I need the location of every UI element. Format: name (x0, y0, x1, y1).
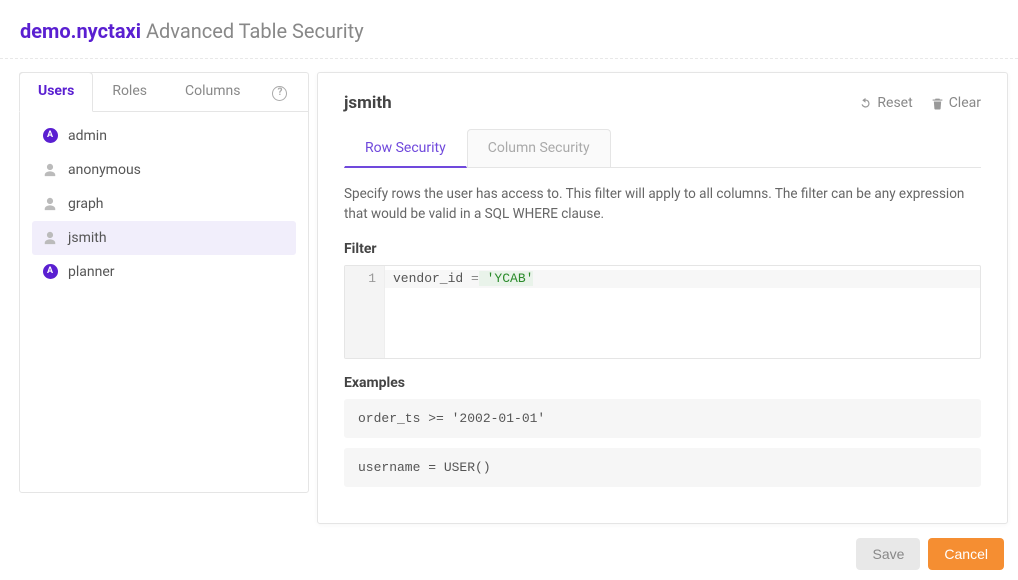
filter-label: Filter (344, 241, 981, 257)
tab-columns[interactable]: Columns (166, 72, 259, 111)
trash-icon (931, 97, 944, 110)
admin-badge-icon: A (42, 264, 58, 280)
page-header: demo.nyctaxi Advanced Table Security (0, 0, 1018, 59)
cancel-button[interactable]: Cancel (928, 538, 1004, 570)
user-label: graph (68, 196, 104, 212)
line-gutter: 1 (345, 266, 385, 358)
clear-label: Clear (949, 95, 981, 111)
user-label: jsmith (68, 230, 107, 246)
user-item-planner[interactable]: A planner (32, 255, 296, 289)
example-2: username = USER() (344, 448, 981, 487)
user-item-graph[interactable]: graph (32, 187, 296, 221)
help-icon: ? (272, 86, 287, 101)
page-title: demo.nyctaxi Advanced Table Security (20, 19, 998, 43)
panel-title: jsmith (344, 93, 392, 113)
save-button[interactable]: Save (856, 538, 920, 570)
person-icon (42, 230, 58, 246)
title-rest: Advanced Table Security (141, 19, 364, 43)
user-item-jsmith[interactable]: jsmith (32, 221, 296, 255)
code-line: vendor_id = 'YCAB' (393, 271, 533, 286)
undo-icon (859, 97, 872, 110)
filter-editor[interactable]: 1 vendor_id = 'YCAB' (344, 265, 981, 359)
instructions-text: Specify rows the user has access to. Thi… (344, 184, 981, 225)
user-item-anonymous[interactable]: anonymous (32, 153, 296, 187)
title-schema: demo.nyctaxi (20, 19, 141, 43)
examples-label: Examples (344, 375, 981, 391)
tab-help[interactable]: ? (259, 72, 300, 111)
tab-users[interactable]: Users (19, 72, 93, 112)
user-item-admin[interactable]: A admin (32, 119, 296, 153)
tab-column-security[interactable]: Column Security (467, 129, 611, 167)
left-panel: Users Roles Columns ? A admin anonymous (19, 72, 309, 493)
user-label: anonymous (68, 162, 141, 178)
left-tab-bar: Users Roles Columns ? (19, 72, 309, 112)
line-number: 1 (349, 270, 376, 288)
user-list: A admin anonymous graph jsmith (20, 113, 308, 295)
person-icon (42, 196, 58, 212)
sub-tab-bar: Row Security Column Security (344, 129, 981, 168)
user-label: admin (68, 128, 107, 144)
detail-panel: jsmith Reset Clear Row Security Column S… (317, 72, 1008, 524)
reset-button[interactable]: Reset (859, 95, 912, 111)
clear-button[interactable]: Clear (931, 95, 981, 111)
user-label: planner (68, 264, 115, 280)
person-icon (42, 162, 58, 178)
tab-roles[interactable]: Roles (93, 72, 166, 111)
tab-row-security[interactable]: Row Security (344, 129, 467, 168)
reset-label: Reset (877, 95, 912, 111)
code-body[interactable]: vendor_id = 'YCAB' (385, 266, 980, 358)
admin-badge-icon: A (42, 128, 58, 144)
example-1: order_ts >= '2002-01-01' (344, 399, 981, 438)
footer-actions: Save Cancel (856, 538, 1004, 570)
